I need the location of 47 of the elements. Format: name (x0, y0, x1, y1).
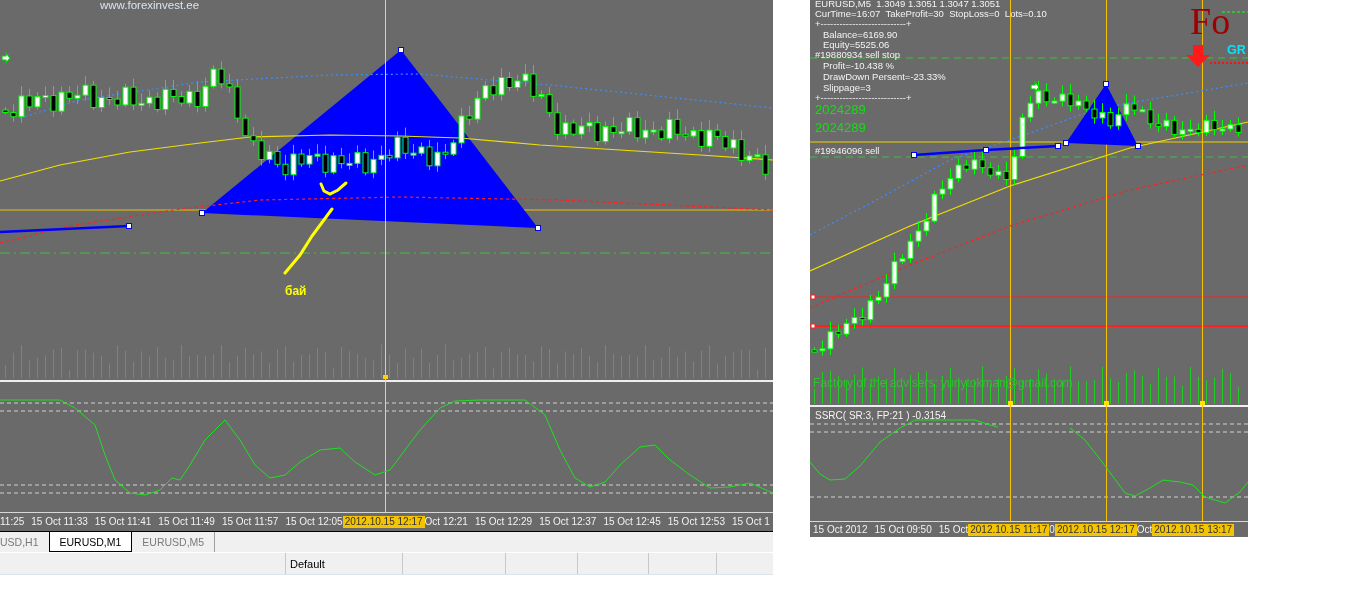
rule-text: +---------------------------+ (815, 19, 912, 30)
time-label: 11:25 (0, 516, 25, 528)
account-info-text: DrawDown Persent=-23.33% (822, 71, 946, 83)
cursor-time-label: 2012.10.15 11:17 (968, 523, 1050, 536)
time-label: 15 Oct 11:33 (30, 516, 88, 528)
arrow-marker-icon (1030, 80, 1040, 94)
time-label: 15 Oct 12:29 (473, 516, 533, 528)
time-label: 15 Oct 11:41 (93, 516, 152, 528)
hand-drawn-stroke (319, 181, 348, 196)
counter-text: 2024289 (815, 119, 866, 137)
order-label: #19880934 sell stop (815, 50, 901, 61)
time-label: 15 Oct 12:45 (602, 516, 661, 528)
cursor-time-label: 2012.10.15 12:17 (1054, 523, 1137, 536)
time-label: 15 Oct 11:57 (220, 516, 279, 528)
annotation-text: бай (285, 285, 307, 299)
rule-text: +---------------------------+ (815, 93, 912, 104)
time-label: 15 Oct 12:37 (538, 516, 597, 528)
cursor-time-label: 2012.10.15 13:17 (1152, 523, 1235, 536)
account-info-text: Profit=-10.438 % (822, 61, 895, 72)
time-label: 15 Oct 09:50 (873, 523, 932, 536)
account-info-text: Slippage=3 (822, 82, 871, 94)
down-arrow-icon (1186, 45, 1210, 67)
time-label: 15 Oct 2012 (812, 523, 868, 536)
indicator-label: SSRC( SR:3, FP:21 ) -0.3154 (815, 410, 947, 421)
time-label: 15 Oct 12:53 (666, 516, 725, 528)
profile-label: Default (289, 557, 325, 570)
symbol-quote-text: EURUSD,M5 1.3049 1.3051 1.3047 1.3051 (815, 0, 1001, 9)
arrow-marker-icon (1, 51, 11, 65)
dotted-line (1209, 62, 1248, 64)
time-label: 0 (1049, 523, 1055, 536)
logo-subtext: GR (1227, 44, 1246, 58)
account-info-text: Equity=5525.06 (822, 40, 890, 51)
order-label: #19946096 sell (815, 146, 880, 157)
account-info-text: Balance=6169.90 (822, 29, 898, 41)
chart-tab[interactable]: EURUSD,M5 (132, 532, 216, 552)
hand-drawn-stroke (283, 207, 334, 275)
cursor-time-label: 2012.10.15 12:17 (342, 516, 425, 528)
chart-tab[interactable]: EURUSD,M1 (48, 532, 133, 552)
chart-tab[interactable]: USD,H1 (0, 532, 49, 552)
time-label: Oct 12:21 (424, 516, 468, 528)
time-label: 15 Oct (937, 523, 969, 536)
counter-text: 2024289 (815, 101, 866, 119)
site-label: www.forexinvest.ee (100, 0, 200, 12)
time-label: 15 Oct 12:05 (284, 516, 343, 528)
time-label: 15 Oct 1 (730, 516, 770, 528)
time-label: 15 Oct 11:49 (157, 516, 215, 528)
time-label: Oct (1136, 523, 1153, 536)
